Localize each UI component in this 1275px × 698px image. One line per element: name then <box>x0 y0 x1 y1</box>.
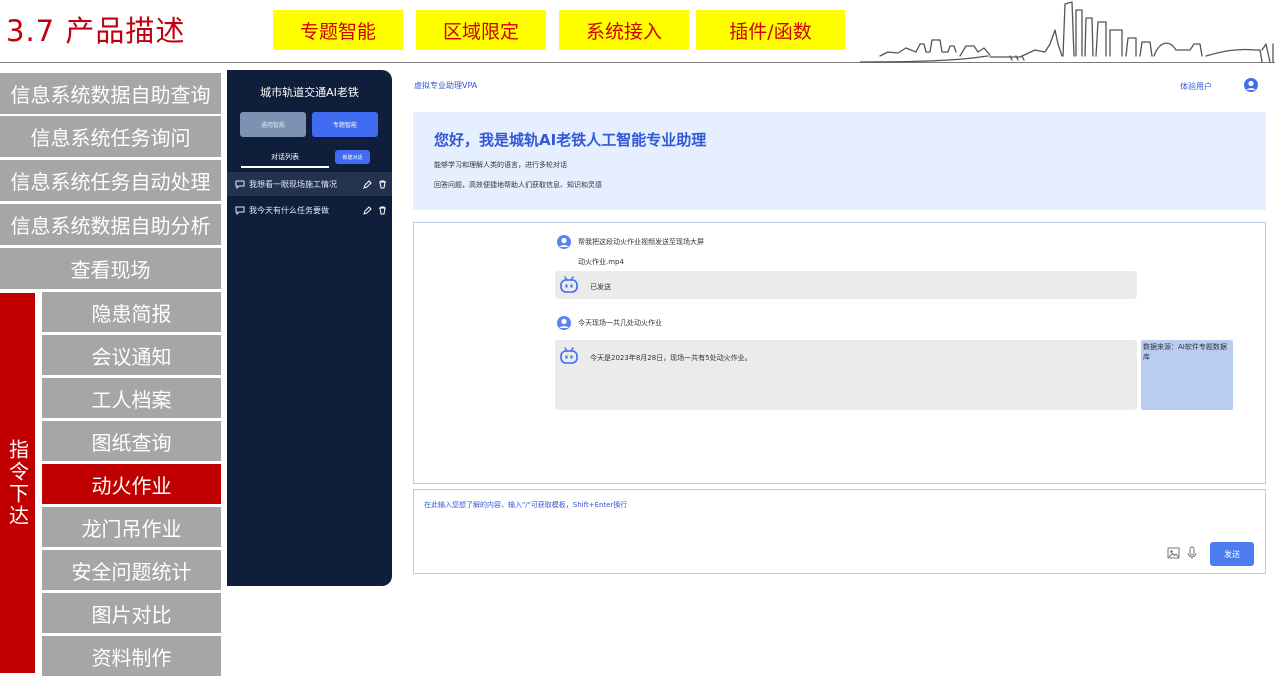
topic-intelligence-button[interactable]: 专题智能 <box>312 112 378 137</box>
menu-data-self-query[interactable]: 信息系统数据自助查询 <box>0 73 221 114</box>
assistant-reply-1-text: 已发送 <box>590 283 611 291</box>
tab-chat-list[interactable]: 对话列表 <box>241 152 329 168</box>
user-avatar-icon <box>557 316 571 330</box>
message-input[interactable]: 在此输入您想了解的内容，输入"/"可获取模板，Shift+Enter换行 <box>424 500 627 510</box>
user-question-1: 帮我把这段动火作业视频发送至现场大屏 <box>578 238 704 246</box>
welcome-line-2: 回答问题，高效便捷地帮助人们获取信息、知识和灵感 <box>434 181 602 189</box>
message-composer[interactable]: 在此输入您想了解的内容，输入"/"可获取模板，Shift+Enter换行 发送 <box>413 489 1266 574</box>
delete-icon[interactable] <box>378 206 387 215</box>
chat-list-item[interactable]: 我今天有什么任务要做 <box>227 198 392 222</box>
user-avatar-icon[interactable] <box>1244 78 1258 92</box>
robot-icon <box>560 276 578 293</box>
submenu-hazard-brief[interactable]: 隐患简报 <box>42 292 221 332</box>
submenu-document-make[interactable]: 资料制作 <box>42 636 221 676</box>
city-skyline-graphic <box>860 1 1274 63</box>
send-button[interactable]: 发送 <box>1210 542 1254 566</box>
command-issue-label: 指令下达 <box>0 293 35 673</box>
tab-system-access[interactable]: 系统接入 <box>559 10 689 50</box>
chat-title: 我想看一眼现场施工情况 <box>249 179 337 189</box>
menu-task-inquiry[interactable]: 信息系统任务询问 <box>0 116 221 157</box>
chat-title: 我今天有什么任务要做 <box>249 205 329 215</box>
user-avatar-icon <box>557 235 571 249</box>
robot-icon <box>560 347 578 364</box>
tab-topic-intelligence[interactable]: 专题智能 <box>273 10 403 50</box>
welcome-banner: 您好，我是城轨AI老铁人工智能专业助理 能够学习和理解人类的语言，进行多轮对话 … <box>413 112 1266 210</box>
sidebar-title: 城市轨道交通AI老铁 <box>260 86 359 99</box>
menu-data-self-analysis[interactable]: 信息系统数据自助分析 <box>0 204 221 245</box>
tab-plugins-functions[interactable]: 插件/函数 <box>696 10 845 50</box>
submenu-worker-profile[interactable]: 工人档案 <box>42 378 221 418</box>
chat-bubble-icon <box>235 180 245 189</box>
submenu-safety-stats[interactable]: 安全问题统计 <box>42 550 221 590</box>
tab-region-limit[interactable]: 区域限定 <box>416 10 546 50</box>
edit-icon[interactable] <box>363 205 372 215</box>
menu-view-site[interactable]: 查看现场 <box>0 248 221 289</box>
assistant-reply-2: 今天是2023年8月28日，现场一共有5处动火作业。 <box>555 340 1137 410</box>
delete-icon[interactable] <box>378 180 387 189</box>
chat-list-item[interactable]: 我想看一眼现场施工情况 <box>227 172 392 196</box>
submenu-meeting-notice[interactable]: 会议通知 <box>42 335 221 375</box>
attachment-file[interactable]: 动火作业.mp4 <box>578 257 624 267</box>
command-issue-text: 指令下达 <box>5 439 30 527</box>
menu-task-auto-process[interactable]: 信息系统任务自动处理 <box>0 160 221 201</box>
submenu-hot-work[interactable]: 动火作业 <box>42 464 221 504</box>
submenu-drawing-query[interactable]: 图纸查询 <box>42 421 221 461</box>
user-name[interactable]: 体验用户 <box>1180 81 1212 92</box>
assistant-reply-2-text: 今天是2023年8月28日，现场一共有5处动火作业。 <box>590 354 752 362</box>
slide-title: 3.7 产品描述 <box>6 14 186 48</box>
submenu-image-compare[interactable]: 图片对比 <box>42 593 221 633</box>
welcome-line-1: 能够学习和理解人类的语言，进行多轮对话 <box>434 161 567 169</box>
app-sidebar: 城市轨道交通AI老铁 通用智能 专题智能 对话列表 新建对话 我想看一眼现场施工… <box>227 70 392 586</box>
app-title: 虚拟专业助理VPA <box>414 81 478 90</box>
image-upload-icon[interactable] <box>1167 547 1180 559</box>
conversation-panel: 帮我把这段动火作业视频发送至现场大屏 动火作业.mp4 已发送 今天现场一共几处… <box>413 222 1266 484</box>
general-intelligence-button[interactable]: 通用智能 <box>240 112 306 137</box>
chat-bubble-icon <box>235 206 245 215</box>
edit-icon[interactable] <box>363 179 372 189</box>
microphone-icon[interactable] <box>1187 546 1197 560</box>
user-question-2: 今天现场一共几处动火作业 <box>578 319 662 327</box>
welcome-heading: 您好，我是城轨AI老铁人工智能专业助理 <box>434 131 707 149</box>
submenu-gantry-crane[interactable]: 龙门吊作业 <box>42 507 221 547</box>
new-chat-button[interactable]: 新建对话 <box>335 150 370 164</box>
assistant-reply-1: 已发送 <box>555 271 1137 299</box>
data-source-note: 数据来源：AI软件专题数据库 <box>1141 340 1233 410</box>
